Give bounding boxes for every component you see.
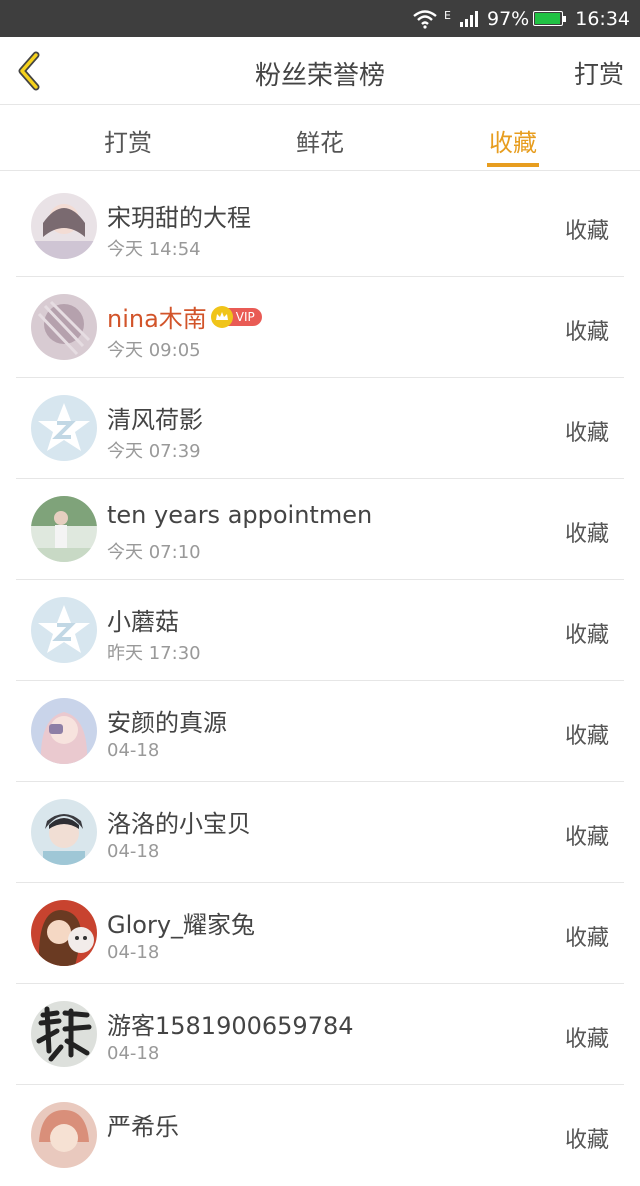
avatar[interactable]	[31, 900, 97, 966]
timestamp: 04-18	[107, 942, 160, 963]
action-label: 收藏	[564, 1027, 609, 1052]
list-item[interactable]: 清风荷影 今天 07:39 收藏	[0, 378, 640, 479]
avatar[interactable]	[31, 698, 97, 764]
fan-list: 宋玥甜的大程 今天 14:54 收藏 nina木南 VIP 今天 09:05 收…	[0, 176, 640, 1186]
action-label: 收藏	[564, 1128, 609, 1153]
tab-favorites[interactable]: 收藏	[453, 123, 573, 158]
wifi-icon	[412, 9, 438, 29]
user-name[interactable]: 小蘑菇	[107, 602, 179, 637]
status-bar: E 97% 16:34	[0, 0, 640, 37]
avatar[interactable]	[31, 799, 97, 865]
avatar[interactable]	[31, 294, 97, 360]
list-item[interactable]: ten years appointmen 今天 07:10 收藏	[0, 479, 640, 580]
tab-flowers[interactable]: 鲜花	[260, 123, 380, 158]
action-label: 收藏	[564, 926, 609, 951]
avatar[interactable]	[31, 1001, 97, 1067]
list-item[interactable]: 洛洛的小宝贝 04-18 收藏	[0, 782, 640, 883]
list-item[interactable]: nina木南 VIP 今天 09:05 收藏	[0, 277, 640, 378]
timestamp: 昨天 17:30	[107, 643, 201, 664]
reward-button[interactable]: 打赏	[574, 55, 624, 91]
avatar[interactable]	[31, 597, 97, 663]
timestamp: 04-18	[107, 841, 160, 862]
user-name[interactable]: 洛洛的小宝贝	[107, 804, 251, 839]
action-label: 收藏	[564, 825, 609, 850]
list-item[interactable]: Glory_耀家兔 04-18 收藏	[0, 883, 640, 984]
battery-percent: 97%	[487, 7, 530, 30]
vip-badge: VIP	[210, 305, 262, 328]
list-item[interactable]: 游客1581900659784 04-18 收藏	[0, 984, 640, 1085]
user-name[interactable]: Glory_耀家兔	[107, 905, 255, 940]
user-name[interactable]: 严希乐	[107, 1107, 179, 1142]
timestamp: 今天 09:05	[107, 340, 201, 361]
avatar[interactable]	[31, 496, 97, 562]
page-title: 粉丝荣誉榜	[254, 61, 385, 91]
avatar[interactable]	[31, 193, 97, 259]
list-item[interactable]: 小蘑菇 昨天 17:30 收藏	[0, 580, 640, 681]
action-label: 收藏	[564, 623, 609, 648]
default-avatar-icon	[31, 395, 97, 461]
avatar[interactable]	[31, 1102, 97, 1168]
action-label: 收藏	[564, 320, 609, 345]
timestamp: 今天 14:54	[107, 239, 201, 260]
list-item[interactable]: 宋玥甜的大程 今天 14:54 收藏	[0, 176, 640, 277]
crown-icon	[210, 305, 233, 328]
timestamp: 04-18	[107, 1043, 160, 1064]
timestamp: 今天 07:10	[107, 542, 201, 563]
avatar[interactable]	[31, 395, 97, 461]
clock: 16:34	[575, 7, 630, 30]
action-label: 收藏	[564, 219, 609, 244]
tab-bar: 打赏 鲜花 收藏	[0, 105, 640, 171]
user-name[interactable]: 宋玥甜的大程	[107, 198, 251, 233]
battery-icon	[533, 11, 567, 26]
tab-reward[interactable]: 打赏	[68, 123, 188, 158]
list-item[interactable]: 安颜的真源 04-18 收藏	[0, 681, 640, 782]
header: 粉丝荣誉榜 打赏	[0, 37, 640, 105]
active-tab-indicator	[487, 163, 539, 167]
user-name[interactable]: 清风荷影	[107, 400, 203, 435]
timestamp: 04-18	[107, 740, 160, 761]
user-name[interactable]: ten years appointmen	[107, 501, 372, 529]
timestamp: 今天 07:39	[107, 441, 201, 462]
signal-icon	[459, 10, 479, 28]
action-label: 收藏	[564, 522, 609, 547]
user-name[interactable]: nina木南	[107, 299, 207, 334]
user-name[interactable]: 安颜的真源	[107, 703, 227, 738]
list-item[interactable]: 严希乐 收藏	[0, 1085, 640, 1186]
battery-level-fill	[535, 13, 561, 24]
default-avatar-icon	[31, 597, 97, 663]
user-name[interactable]: 游客1581900659784	[107, 1006, 354, 1041]
action-label: 收藏	[564, 724, 609, 749]
network-type-label: E	[444, 9, 451, 22]
action-label: 收藏	[564, 421, 609, 446]
